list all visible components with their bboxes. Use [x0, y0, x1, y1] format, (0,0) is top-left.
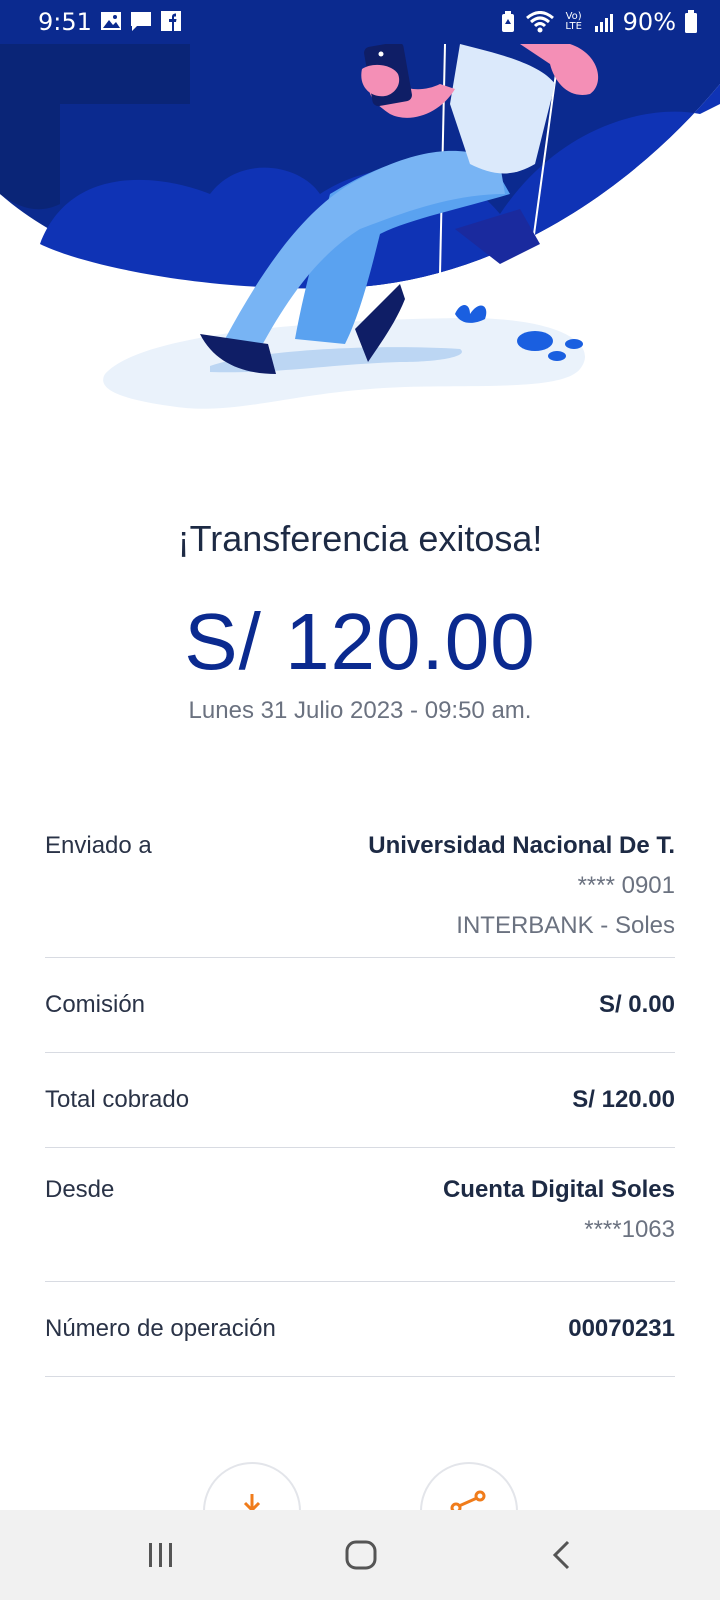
status-bar: 9:51 Vo) LTE 90% [0, 0, 720, 44]
transfer-details: Enviado a Universidad Nacional De T. ***… [45, 802, 675, 1377]
status-time: 9:51 [38, 8, 92, 36]
back-icon[interactable] [550, 1540, 572, 1575]
message-icon [130, 10, 152, 32]
battery-icon [684, 10, 698, 34]
source-account-number: ****1063 [584, 1216, 675, 1243]
gallery-icon [100, 10, 122, 32]
notification-icons [100, 10, 182, 32]
total-label: Total cobrado [45, 1086, 190, 1113]
total-value: S/ 120.00 [572, 1086, 675, 1113]
success-title: ¡Transferencia exitosa! [177, 518, 543, 559]
source-info: Cuenta Digital Soles ****1063 [443, 1176, 675, 1281]
recipient-name: Universidad Nacional De T. [368, 832, 675, 859]
system-navigation-bar [0, 1510, 720, 1600]
operation-number: 00070231 [568, 1315, 675, 1342]
detail-row-source: Desde Cuenta Digital Soles ****1063 [45, 1148, 675, 1282]
source-account-name: Cuenta Digital Soles [442, 1176, 675, 1203]
recipient-account: **** 0901 [577, 872, 675, 899]
recipient-bank: INTERBANK - Soles [456, 912, 675, 939]
transfer-amount: S/ 120.00 [184, 597, 536, 686]
operation-label: Número de operación [45, 1315, 276, 1342]
facebook-icon [160, 10, 182, 32]
transfer-datetime: Lunes 31 Julio 2023 - 09:50 am. [188, 697, 532, 724]
sent-to-label: Enviado a [45, 832, 152, 859]
recent-apps-icon[interactable] [146, 1540, 176, 1575]
fee-label: Comisión [45, 991, 146, 1018]
recipient-info: Universidad Nacional De T. **** 0901 INT… [368, 832, 675, 957]
data-saver-icon [499, 11, 517, 33]
wifi-icon [525, 11, 555, 33]
battery-percent: 90% [622, 8, 676, 36]
fee-value: S/ 0.00 [598, 991, 675, 1018]
signal-icon [593, 11, 615, 33]
detail-row-recipient: Enviado a Universidad Nacional De T. ***… [45, 802, 675, 958]
volte-indicator: Vo) LTE [565, 11, 582, 32]
detail-row-fee: Comisión S/ 0.00 [45, 958, 675, 1053]
detail-row-total: Total cobrado S/ 120.00 [45, 1053, 675, 1148]
from-label: Desde [45, 1176, 115, 1203]
success-illustration [0, 44, 720, 444]
system-icons: Vo) LTE 90% [499, 8, 698, 36]
detail-row-operation: Número de operación 00070231 [45, 1282, 675, 1377]
home-icon[interactable] [345, 1540, 377, 1575]
